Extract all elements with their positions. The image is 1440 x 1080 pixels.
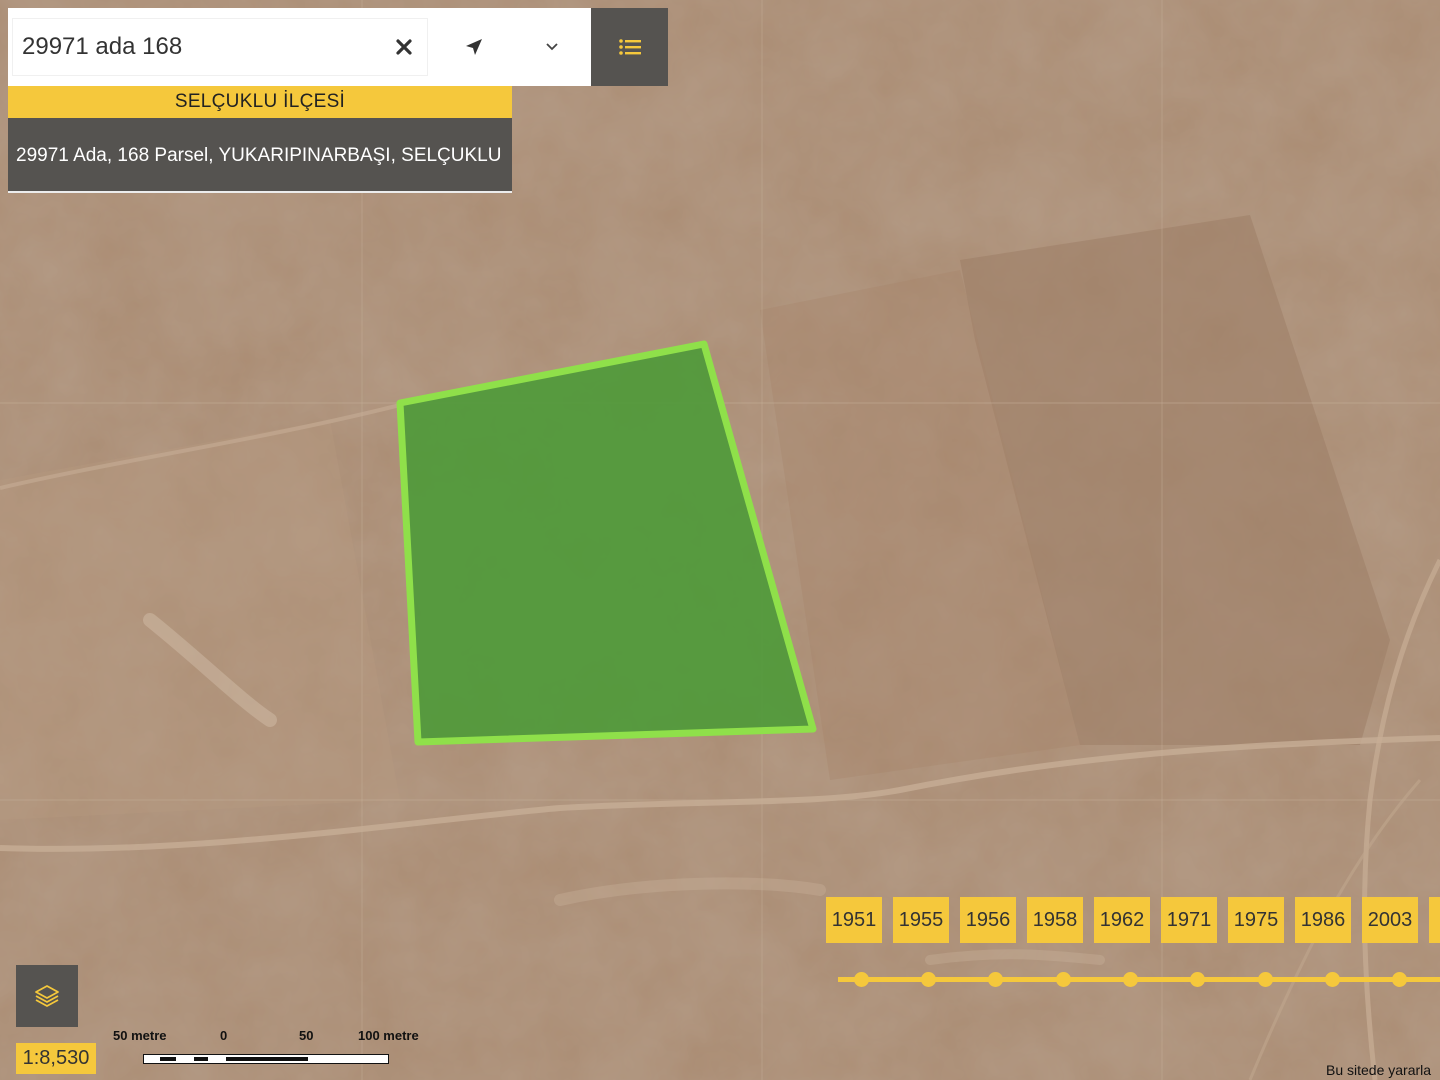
scale-bar — [143, 1054, 389, 1064]
layers-icon — [35, 985, 59, 1007]
chevron-down-icon — [546, 43, 558, 51]
timeline-dot-2003[interactable] — [1392, 972, 1407, 987]
year-button-1955[interactable]: 1955 — [893, 897, 949, 943]
year-button-1962[interactable]: 1962 — [1094, 897, 1150, 943]
year-button-1951[interactable]: 1951 — [826, 897, 882, 943]
search-box — [8, 8, 591, 86]
scale-ratio: 1:8,530 — [16, 1043, 96, 1074]
layers-button[interactable] — [16, 965, 78, 1027]
map-view[interactable]: SELÇUKLU İLÇESİ 29971 Ada, 168 Parsel, Y… — [0, 0, 1440, 1080]
year-selector: 1951 1955 1956 1958 1962 1971 1975 1986 2003 — [826, 897, 1440, 943]
year-button-1986[interactable]: 1986 — [1295, 897, 1351, 943]
scale-label-right: 100 metre — [358, 1028, 419, 1043]
search-options-dropdown[interactable] — [524, 18, 580, 76]
scale-label-zero: 0 — [220, 1028, 228, 1043]
timeline-dot-1958[interactable] — [1056, 972, 1071, 987]
scale-label-left: 50 metre — [113, 1028, 167, 1043]
result-group-header: SELÇUKLU İLÇESİ — [8, 86, 512, 118]
timeline-dot-1956[interactable] — [988, 972, 1003, 987]
list-icon — [618, 39, 641, 55]
search-bar — [8, 8, 668, 86]
search-result-item[interactable]: 29971 Ada, 168 Parsel, YUKARIPINARBAŞI, … — [8, 118, 512, 193]
clear-search-button[interactable] — [376, 18, 432, 76]
scale-label-mid: 50 — [299, 1028, 314, 1043]
location-arrow-icon — [466, 39, 482, 55]
search-input[interactable] — [12, 18, 428, 76]
timeline-dot-1955[interactable] — [921, 972, 936, 987]
year-button-2003[interactable]: 2003 — [1362, 897, 1418, 943]
menu-button[interactable] — [591, 8, 668, 86]
timeline-dot-1986[interactable] — [1325, 972, 1340, 987]
timeline-dot-1962[interactable] — [1123, 972, 1138, 987]
year-button-1956[interactable]: 1956 — [960, 897, 1016, 943]
close-icon — [396, 39, 412, 55]
year-button-1975[interactable]: 1975 — [1228, 897, 1284, 943]
timeline-dot-1975[interactable] — [1258, 972, 1273, 987]
year-button-1958[interactable]: 1958 — [1027, 897, 1083, 943]
year-button-1971[interactable]: 1971 — [1161, 897, 1217, 943]
locate-button[interactable] — [446, 18, 502, 76]
timeline-dot-1971[interactable] — [1190, 972, 1205, 987]
timeline-dot-1951[interactable] — [854, 972, 869, 987]
footer-note: Bu sitede yararla — [1326, 1062, 1432, 1078]
year-button-next[interactable] — [1429, 897, 1440, 943]
